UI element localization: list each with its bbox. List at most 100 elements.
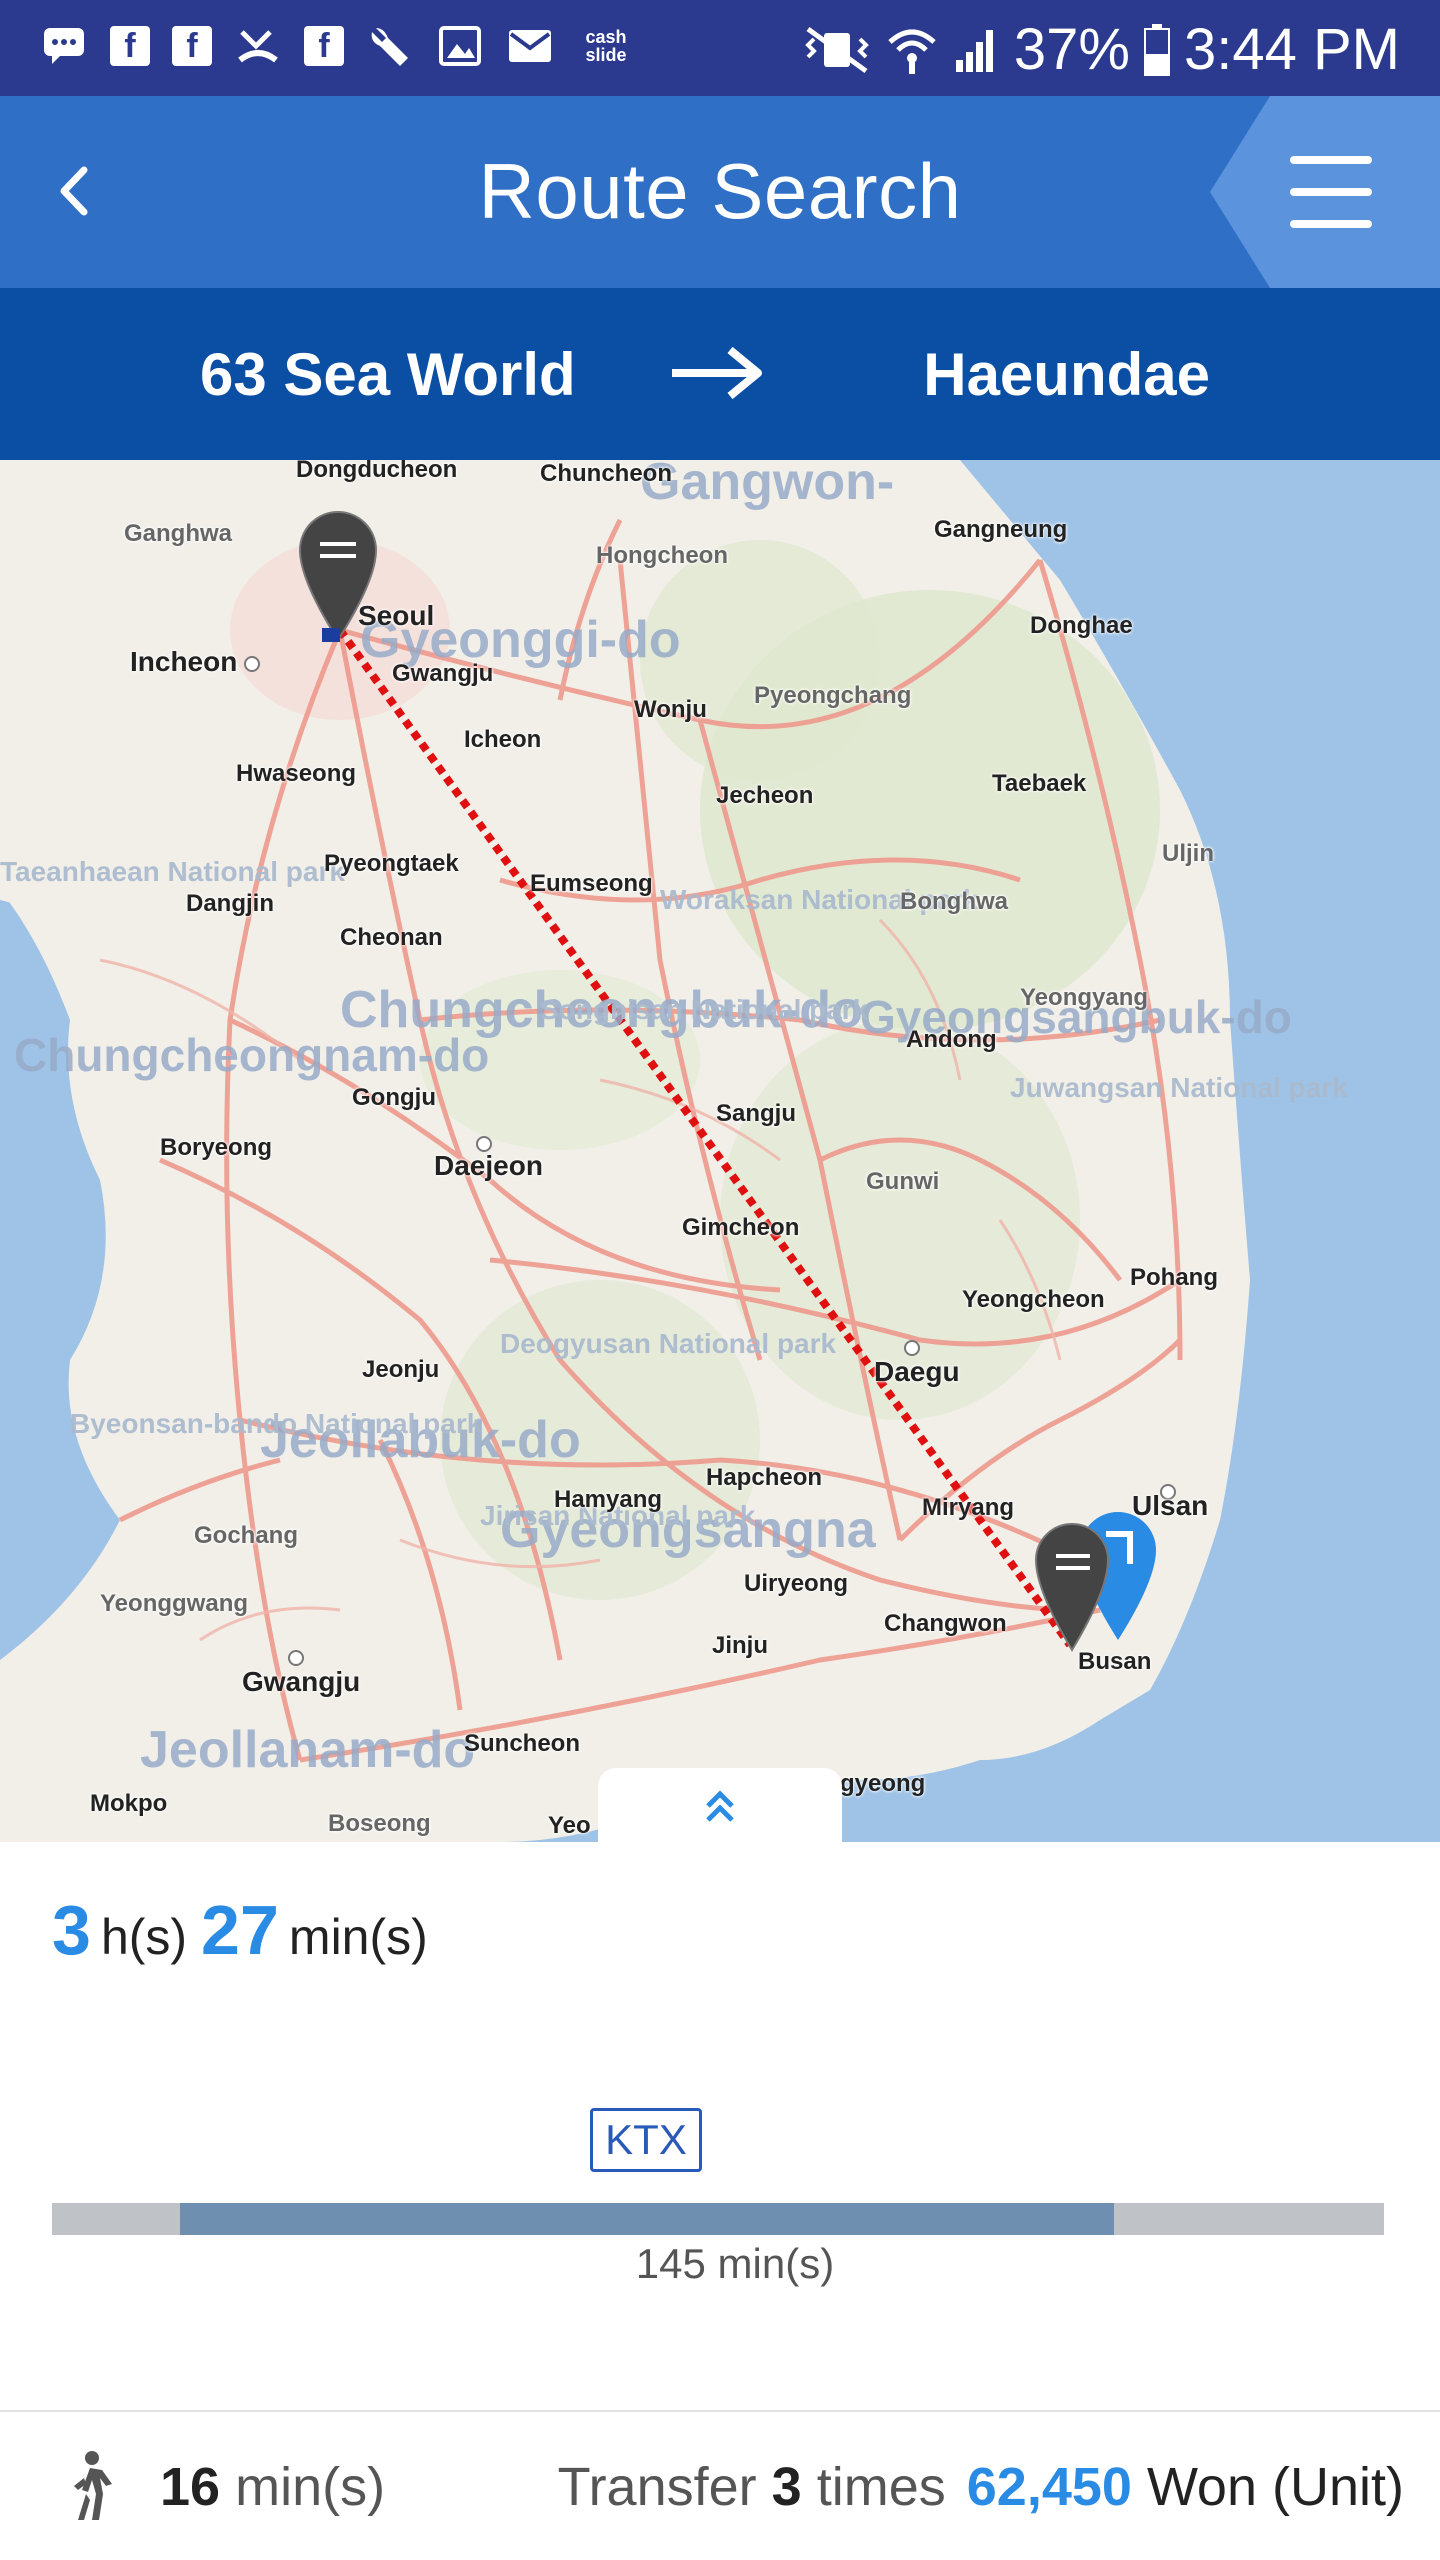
city-label: Sangju [716, 1100, 797, 1127]
city-label: Yeongyang [1020, 984, 1149, 1011]
park-label: Taeanhaean National park [0, 856, 345, 888]
fare-amount: 62,450 [966, 2457, 1132, 2517]
origin-label[interactable]: 63 Sea World [200, 340, 576, 409]
park-label: Deogyusan National park [500, 1328, 837, 1359]
city-label: Cheonan [340, 924, 443, 951]
city-label: Yeonggwang [100, 1590, 249, 1617]
city-label: Mokpo [90, 1790, 168, 1817]
city-label: Pyeongchang [754, 682, 912, 709]
city-label: Yeongcheon [962, 1286, 1105, 1313]
region-label: Jeollanam-do [140, 1721, 476, 1779]
app-header: Route Search [0, 96, 1440, 288]
status-bar: f f f cash slide 37% 3:44 PM [0, 0, 1440, 96]
mail-icon [506, 22, 554, 70]
city-label: Gongju [352, 1084, 436, 1111]
city-label: Ganghwa [124, 520, 233, 547]
city-label: Yeo [548, 1812, 591, 1839]
chat-icon [40, 22, 88, 70]
city-label: Uiryeong [744, 1570, 849, 1597]
city-label: Ulsan [1132, 1490, 1209, 1521]
cashslide-line1: cash [585, 27, 627, 47]
city-label: Taebaek [992, 770, 1087, 797]
walk-time: 16 min(s) [160, 2456, 385, 2518]
cashslide-icon: cash slide [576, 28, 636, 64]
double-chevron-up-icon [706, 1790, 734, 1822]
duration-hours-unit: h(s) [100, 1909, 188, 1965]
city-label: Dongducheon [296, 460, 458, 483]
transfer-label: Transfer [557, 2457, 757, 2517]
city-label: Boseong [328, 1810, 431, 1837]
city-label: Eumseong [530, 870, 653, 897]
city-label: Seoul [358, 600, 435, 631]
signal-icon [952, 26, 1000, 74]
city-label: Daejeon [434, 1150, 543, 1181]
walk-minutes: 16 [160, 2457, 221, 2517]
duration-minutes-unit: min(s) [288, 1909, 428, 1965]
city-label: Pyeongtaek [324, 850, 459, 877]
park-label: Woraksan National park [660, 884, 979, 915]
missed-call-icon [234, 22, 282, 70]
menu-button[interactable] [1210, 96, 1440, 288]
city-label: Suncheon [464, 1730, 581, 1757]
route-footer: 16 min(s) Transfer 3 times 62,450 Won (U… [0, 2412, 1440, 2560]
city-label: Incheon [130, 646, 238, 677]
ktx-segment-bar [179, 2203, 1114, 2235]
city-label: Andong [906, 1026, 997, 1053]
wrench-icon [366, 22, 414, 70]
expand-panel-button[interactable] [598, 1768, 842, 1844]
destination-label[interactable]: Haeundae [923, 340, 1210, 409]
facebook-icon: f [110, 26, 150, 66]
segment-duration: 145 min(s) [635, 2240, 835, 2287]
city-label: Gimcheon [682, 1214, 800, 1241]
park-label: Juwangsan National park [1010, 1072, 1348, 1103]
city-label: Uljin [1162, 840, 1214, 867]
city-label: Jecheon [716, 782, 814, 809]
walk-unit: min(s) [235, 2457, 386, 2517]
region-label: Gangwon- [640, 460, 895, 511]
vibrate-mute-icon [802, 25, 872, 75]
city-label: Daegu [874, 1356, 960, 1387]
city-label: Jeonju [362, 1356, 440, 1383]
city-label: Dangjin [186, 890, 274, 917]
park-label: Songnisan National park [540, 994, 869, 1025]
map-view[interactable]: Gangwon- Gyeonggi-do Chungcheongbuk-do G… [0, 460, 1440, 1842]
city-label: Gochang [194, 1522, 299, 1549]
city-label: Wonju [634, 696, 707, 723]
transfer-unit: times [816, 2457, 946, 2517]
city-label: Busan [1078, 1648, 1152, 1675]
total-duration: 3 h(s) 27 min(s) [52, 1890, 428, 1970]
transfer-count: 3 [771, 2457, 802, 2517]
city-label: Chuncheon [540, 460, 672, 487]
region-label: Chungcheongnam-do [14, 1029, 490, 1081]
city-label: Gunwi [866, 1168, 940, 1195]
fare-unit: Won (Unit) [1146, 2457, 1404, 2517]
city-label: Miryang [922, 1494, 1015, 1521]
park-label: Byeonsan-bando National park [70, 1408, 483, 1439]
city-label: Hapcheon [706, 1464, 823, 1491]
battery-icon [1144, 23, 1170, 76]
duration-minutes: 27 [201, 1891, 279, 1969]
notification-icons: f f f cash slide [40, 22, 636, 70]
duration-hours: 3 [52, 1891, 91, 1969]
city-label: Gwangju [392, 660, 494, 687]
system-status: 37% 3:44 PM [802, 16, 1400, 83]
clock: 3:44 PM [1184, 17, 1400, 82]
walking-person-icon [62, 2450, 118, 2535]
route-timeline [52, 2203, 1384, 2235]
wifi-icon [886, 24, 938, 76]
city-label: gyeong [840, 1770, 926, 1797]
city-label: Donghae [1030, 612, 1133, 639]
facebook-icon: f [172, 26, 212, 66]
city-label: Icheon [464, 726, 542, 753]
arrow-right-icon [668, 338, 768, 413]
city-label: Hamyang [554, 1486, 663, 1513]
city-label: Pohang [1130, 1264, 1218, 1291]
city-label: Gwangju [242, 1666, 361, 1697]
facebook-icon: f [304, 26, 344, 66]
cashslide-line2: slide [585, 45, 627, 65]
transit-mode-badge: KTX [590, 2108, 702, 2172]
city-label: Bonghwa [900, 888, 1008, 915]
city-label: Gangneung [934, 516, 1068, 543]
hamburger-menu-icon [1290, 156, 1372, 228]
image-icon [436, 22, 484, 70]
